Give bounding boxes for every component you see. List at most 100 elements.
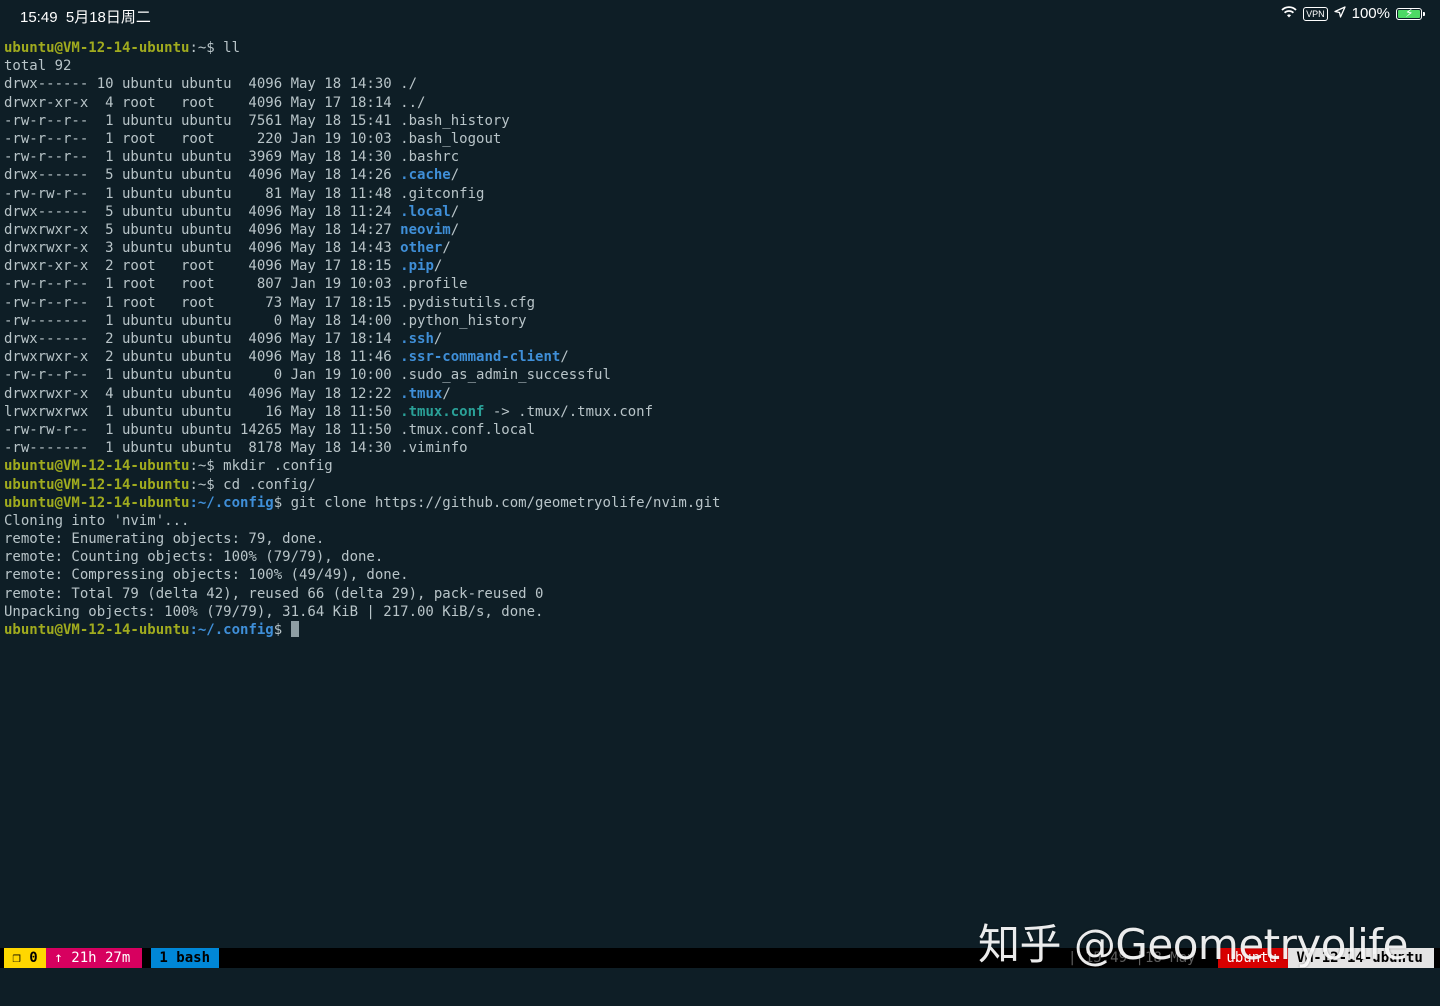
text-cursor[interactable] <box>290 621 299 637</box>
command-text: cd .config/ <box>223 476 316 493</box>
file-name: .python_history <box>400 312 527 329</box>
prompt-user: ubuntu@VM-12-14-ubuntu <box>4 494 190 511</box>
file-metadata: -rw------- 1 ubuntu ubuntu 8178 May 18 1… <box>4 440 401 457</box>
battery-percent: 100% <box>1351 5 1390 22</box>
symlink-name: .tmux.conf <box>400 403 485 420</box>
listing-row: -rw-r--r-- 1 ubuntu ubuntu 3969 May 18 1… <box>4 148 1434 166</box>
file-metadata: drwx------ 5 ubuntu ubuntu 4096 May 18 1… <box>4 203 401 220</box>
listing-row: drwxrwxr-x 5 ubuntu ubuntu 4096 May 18 1… <box>4 221 1434 239</box>
file-metadata: drwxrwxr-x 5 ubuntu ubuntu 4096 May 18 1… <box>4 221 401 238</box>
prompt-user: ubuntu@VM-12-14-ubuntu <box>4 622 190 638</box>
battery-icon: ⚡ <box>1396 5 1425 20</box>
listing-row: drwx------ 10 ubuntu ubuntu 4096 May 18 … <box>4 75 1434 93</box>
command-text: git clone https://github.com/geometryoli… <box>290 494 721 511</box>
file-metadata: drwxrwxr-x 2 ubuntu ubuntu 4096 May 18 1… <box>4 349 401 366</box>
command-text: ll <box>223 40 241 56</box>
file-metadata: drwx------ 2 ubuntu ubuntu 4096 May 17 1… <box>4 331 401 347</box>
listing-row: -rw-rw-r-- 1 ubuntu ubuntu 81 May 18 11:… <box>4 185 1434 203</box>
clock-date: 15:49 5月18日周二 <box>20 9 151 26</box>
prompt-user: ubuntu@VM-12-14-ubuntu <box>4 458 190 475</box>
prompt-dollar: $ <box>273 494 291 511</box>
directory-name: .ssr-command-client <box>400 349 561 366</box>
output-line: remote: Enumerating objects: 79, done. <box>4 531 325 548</box>
listing-row: drwxr-xr-x 4 root root 4096 May 17 18:14… <box>4 94 1434 112</box>
prompt-line: ubuntu@VM-12-14-ubuntu:~$ mkdir .config <box>4 457 1434 475</box>
listing-row: drwx------ 5 ubuntu ubuntu 4096 May 18 1… <box>4 166 1434 184</box>
command-text: mkdir .config <box>223 458 333 475</box>
prompt-line: ubuntu@VM-12-14-ubuntu:~$ cd .config/ <box>4 476 1434 494</box>
output-line: remote: Counting objects: 100% (79/79), … <box>4 549 384 566</box>
listing-row: -rw-r--r-- 1 ubuntu ubuntu 0 Jan 19 10:0… <box>4 366 1434 384</box>
listing-row: -rw-r--r-- 1 root root 73 May 17 18:15 .… <box>4 294 1434 312</box>
status-icons: VPN 100% ⚡ <box>1281 5 1425 22</box>
file-metadata: drwxrwxr-x 4 ubuntu ubuntu 4096 May 18 1… <box>4 385 401 402</box>
file-name: .sudo_as_admin_successful <box>400 367 611 384</box>
file-metadata: -rw-r--r-- 1 ubuntu ubuntu 3969 May 18 1… <box>4 149 401 166</box>
output-line: remote: Total 79 (delta 42), reused 66 (… <box>4 585 544 602</box>
file-metadata: drwxr-xr-x 2 root root 4096 May 17 18:15 <box>4 258 401 275</box>
file-metadata: -rw------- 1 ubuntu ubuntu 0 May 18 14:0… <box>4 312 401 329</box>
prompt-path: :~$ <box>189 458 224 475</box>
prompt-dollar: $ <box>273 622 291 638</box>
listing-row: drwxrwxr-x 2 ubuntu ubuntu 4096 May 18 1… <box>4 348 1434 366</box>
prompt-path: :~/.config <box>189 622 274 638</box>
listing-row: -rw-r--r-- 1 ubuntu ubuntu 7561 May 18 1… <box>4 112 1434 130</box>
ios-status-bar: 15:49 5月18日周二 VPN 100% ⚡ <box>0 0 1440 30</box>
directory-name: .cache <box>400 167 451 184</box>
directory-name: neovim <box>400 221 451 238</box>
file-metadata: -rw-r--r-- 1 ubuntu ubuntu 7561 May 18 1… <box>4 112 401 129</box>
output-line: remote: Compressing objects: 100% (49/49… <box>4 567 409 584</box>
listing-row: -rw-r--r-- 1 root root 220 Jan 19 10:03 … <box>4 130 1434 148</box>
listing-row: drwxrwxr-x 3 ubuntu ubuntu 4096 May 18 1… <box>4 239 1434 257</box>
directory-listing: drwx------ 10 ubuntu ubuntu 4096 May 18 … <box>4 75 1434 457</box>
file-name: .bashrc <box>400 149 460 166</box>
directory-name: .tmux <box>400 385 443 402</box>
dir-suffix: / <box>450 203 460 220</box>
dir-suffix: / <box>433 331 443 347</box>
file-name: .gitconfig <box>400 185 485 202</box>
file-metadata: -rw-r--r-- 1 ubuntu ubuntu 0 Jan 19 10:0… <box>4 367 401 384</box>
file-metadata: -rw-r--r-- 1 root root 807 Jan 19 10:03 <box>4 276 401 293</box>
file-name: .viminfo <box>400 440 468 457</box>
terminal-output[interactable]: ubuntu@VM-12-14-ubuntu:~$ ll total 92 dr… <box>4 39 1434 639</box>
listing-row: drwxr-xr-x 2 root root 4096 May 17 18:15… <box>4 257 1434 275</box>
listing-row: drwx------ 2 ubuntu ubuntu 4096 May 17 1… <box>4 330 1434 348</box>
dir-suffix: / <box>450 167 460 184</box>
file-metadata: -rw-rw-r-- 1 ubuntu ubuntu 81 May 18 11:… <box>4 185 401 202</box>
file-metadata: drwxr-xr-x 4 root root 4096 May 17 18:14 <box>4 94 401 111</box>
prompt-line: ubuntu@VM-12-14-ubuntu:~/.config$ git cl… <box>4 494 1434 512</box>
listing-row: -rw------- 1 ubuntu ubuntu 0 May 18 14:0… <box>4 312 1434 330</box>
output-line: Unpacking objects: 100% (79/79), 31.64 K… <box>4 603 544 620</box>
directory-name: .pip <box>400 258 434 275</box>
tmux-window-tab[interactable]: 1 bash <box>151 948 219 968</box>
dir-suffix: / <box>450 221 460 238</box>
dir-suffix: / <box>442 240 451 257</box>
directory-name: .local <box>400 203 451 220</box>
git-output: Cloning into 'nvim'... remote: Enumeratin… <box>4 512 1434 621</box>
prompt-path: :~$ <box>189 476 224 493</box>
prompt-user: ubuntu@VM-12-14-ubuntu <box>4 476 190 493</box>
dir-suffix: / <box>442 385 451 402</box>
location-arrow-icon <box>1333 5 1346 22</box>
listing-row: -rw------- 1 ubuntu ubuntu 8178 May 18 1… <box>4 439 1434 457</box>
charging-bolt-icon: ⚡ <box>1405 5 1414 20</box>
file-name: ../ <box>400 94 426 111</box>
file-metadata: drwxrwxr-x 3 ubuntu ubuntu 4096 May 18 1… <box>4 240 401 257</box>
file-name: .profile <box>400 276 468 293</box>
prompt-line: ubuntu@VM-12-14-ubuntu:~$ ll <box>4 39 1434 57</box>
file-metadata: -rw-r--r-- 1 root root 73 May 17 18:15 <box>4 294 401 311</box>
prompt-user: ubuntu@VM-12-14-ubuntu <box>4 40 190 56</box>
wifi-icon <box>1281 5 1297 22</box>
file-name: ./ <box>400 76 418 93</box>
prompt-path: :~$ <box>189 40 224 56</box>
file-metadata: drwx------ 10 ubuntu ubuntu 4096 May 18 … <box>4 76 401 93</box>
file-name: .bash_history <box>400 112 510 129</box>
listing-row: lrwxrwxrwx 1 ubuntu ubuntu 16 May 18 11:… <box>4 403 1434 421</box>
tmux-session-indicator[interactable]: ❐ 0 <box>4 948 46 968</box>
dir-suffix: / <box>433 258 443 275</box>
listing-row: drwxrwxr-x 4 ubuntu ubuntu 4096 May 18 1… <box>4 385 1434 403</box>
file-name: .tmux.conf.local <box>400 421 536 438</box>
file-metadata: lrwxrwxrwx 1 ubuntu ubuntu 16 May 18 11:… <box>4 403 401 420</box>
active-prompt-line[interactable]: ubuntu@VM-12-14-ubuntu:~/.config$ <box>4 621 1434 639</box>
file-metadata: -rw-r--r-- 1 root root 220 Jan 19 10:03 <box>4 130 401 147</box>
